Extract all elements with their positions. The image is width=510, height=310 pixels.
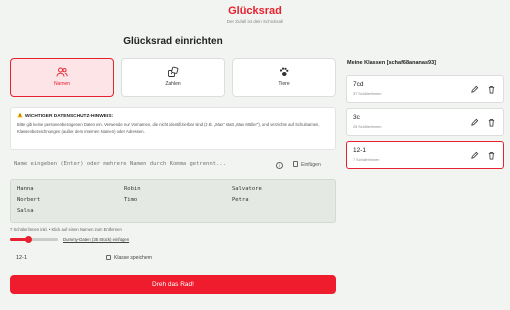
paste-button[interactable]: Einfügen xyxy=(293,161,321,168)
paste-label: Einfügen xyxy=(301,162,321,168)
class-card[interactable]: 7cd 37 Schüler/innen xyxy=(346,75,504,103)
class-name: 7cd xyxy=(353,81,364,88)
save-class-button[interactable]: Klasse speichern xyxy=(106,255,152,261)
info-icon[interactable]: i xyxy=(276,162,283,169)
tab-label: Tiere xyxy=(278,81,290,87)
notice-title: WICHTIGER DATENSCHUTZ-HINWEIS: xyxy=(25,114,114,119)
name-item[interactable]: Hanna xyxy=(17,186,34,192)
dice-icon xyxy=(168,66,179,77)
tab-label: Namen xyxy=(53,81,71,87)
clipboard-icon xyxy=(293,161,298,167)
pencil-icon[interactable] xyxy=(470,118,479,127)
name-item[interactable]: Robin xyxy=(124,186,141,192)
save-class-label: Klasse speichern xyxy=(114,255,153,261)
tab-zahlen[interactable]: Zahlen xyxy=(121,58,225,97)
name-item[interactable]: Timo xyxy=(124,197,137,203)
spin-button[interactable]: Dreh das Rad! xyxy=(10,275,336,294)
notice-body: Bitte gib keine personenbezogenen Daten … xyxy=(17,122,320,134)
name-item[interactable]: Salsa xyxy=(17,208,34,214)
brand-title: Glücksrad xyxy=(228,5,282,17)
tagline: Der Zufall ist dein Schicksal! xyxy=(226,19,284,24)
save-icon xyxy=(106,255,111,260)
name-item[interactable]: Salvatore xyxy=(232,186,262,192)
users-icon xyxy=(56,67,68,77)
class-name-input[interactable] xyxy=(16,255,76,261)
warning-icon xyxy=(17,112,23,118)
pencil-icon[interactable] xyxy=(470,151,479,160)
name-item[interactable]: Norbert xyxy=(17,197,40,203)
class-card[interactable]: 12-1 7 Schüler/innen xyxy=(346,141,504,169)
tab-tiere[interactable]: Tiere xyxy=(232,58,336,97)
names-hint: 7 Schüler/innen inkl. • Klick auf einen … xyxy=(10,227,122,232)
name-item[interactable]: Petra xyxy=(232,197,249,203)
class-count: 25 Schüler/innen xyxy=(353,125,382,129)
count-slider[interactable] xyxy=(10,236,58,243)
tab-namen[interactable]: Namen xyxy=(10,58,114,97)
name-list: Hanna Robin Salvatore Norbert Timo Petra… xyxy=(10,179,336,223)
slider-thumb[interactable] xyxy=(25,236,32,243)
class-name: 12-1 xyxy=(353,147,367,154)
trash-icon[interactable] xyxy=(487,151,496,160)
setup-title: Glücksrad einrichten xyxy=(123,36,223,47)
paw-icon xyxy=(279,67,289,76)
class-count: 37 Schüler/innen xyxy=(353,92,382,96)
dummy-data-link[interactable]: Dummy-Daten (35 Stück) einfügen xyxy=(63,237,129,242)
class-count: 7 Schüler/innen xyxy=(353,158,380,162)
sidebar-title: Meine Klassen [schaf68ananas93] xyxy=(347,60,436,66)
name-input-row: i Einfügen xyxy=(10,158,336,174)
trash-icon[interactable] xyxy=(487,85,496,94)
privacy-notice: WICHTIGER DATENSCHUTZ-HINWEIS: Bitte gib… xyxy=(10,107,336,150)
tab-label: Zahlen xyxy=(165,81,181,87)
trash-icon[interactable] xyxy=(487,118,496,127)
pencil-icon[interactable] xyxy=(470,85,479,94)
class-name: 3c xyxy=(353,114,360,121)
name-input[interactable] xyxy=(14,161,269,167)
class-card[interactable]: 3c 25 Schüler/innen xyxy=(346,108,504,136)
